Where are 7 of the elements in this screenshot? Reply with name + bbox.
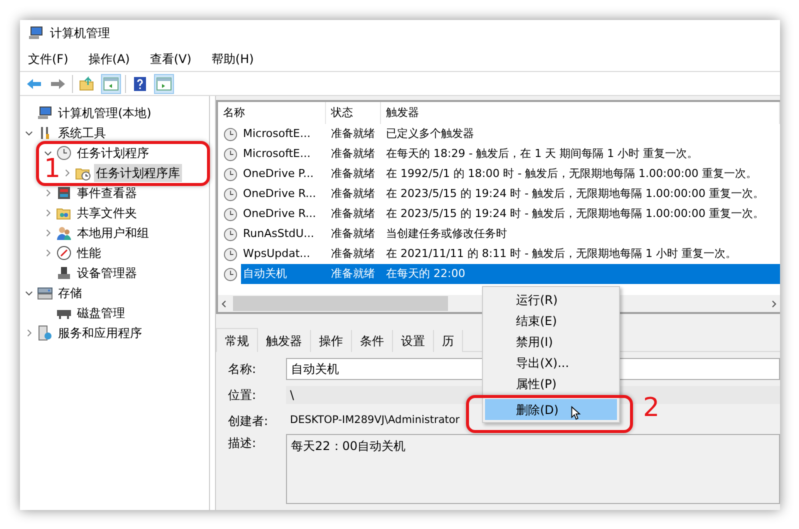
field-label: 创建者:	[228, 413, 270, 430]
field-label: 名称:	[228, 361, 258, 378]
window-title: 计算机管理	[50, 25, 110, 42]
field-value: DESKTOP-IM289VJ\Administrator	[289, 413, 460, 428]
field-label: 描述:	[228, 435, 258, 452]
annotation-number: 1	[44, 156, 61, 182]
field-label: 位置:	[228, 387, 258, 404]
